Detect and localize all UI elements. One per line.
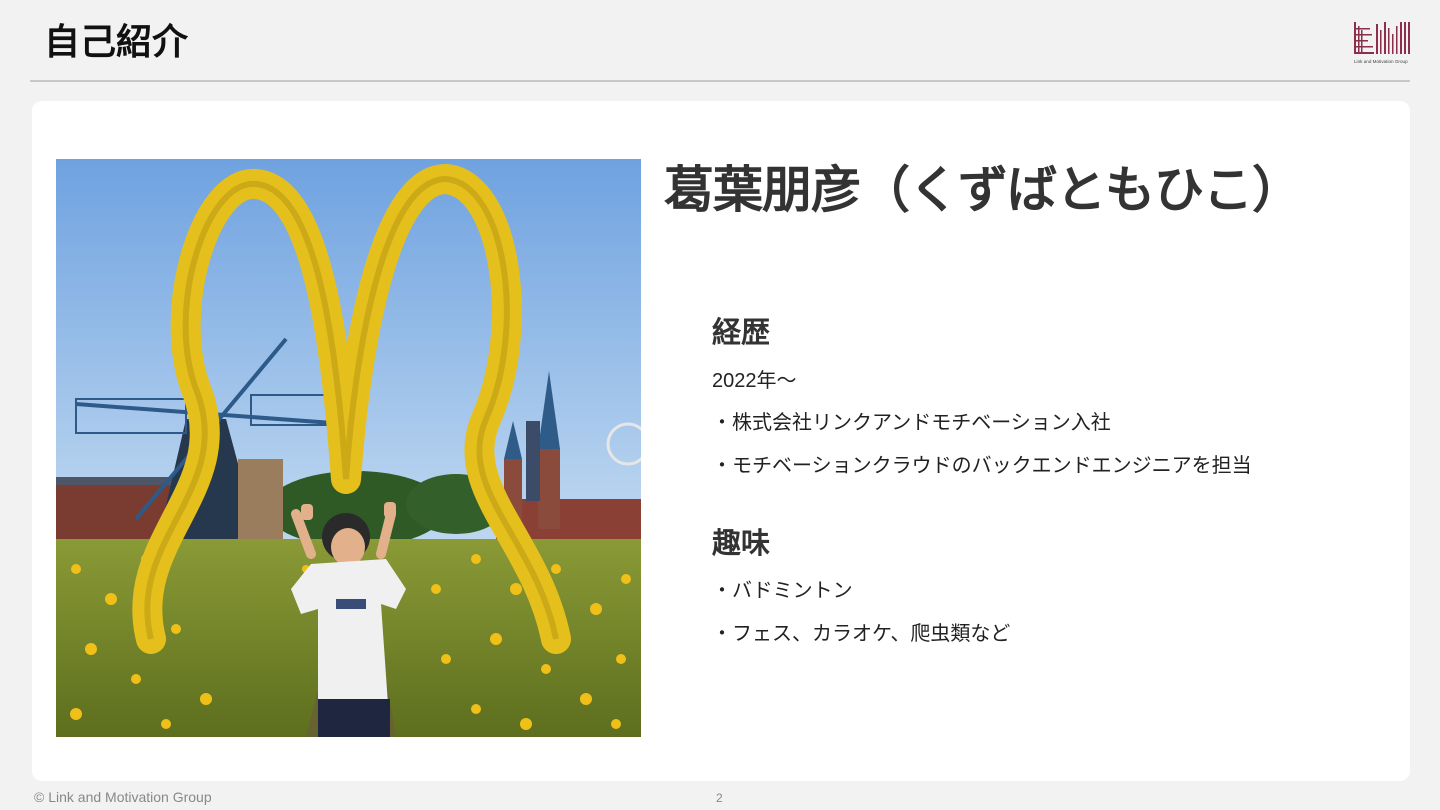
logo-caption: Link and Motivation Group <box>1354 59 1408 64</box>
hobby-line: ・バドミントン <box>712 580 853 602</box>
footer-copyright: © Link and Motivation Group <box>34 789 212 805</box>
career-line: ・モチベーションクラウドのバックエンドエンジニアを担当 <box>712 455 1252 477</box>
career-line: 2022年〜 <box>712 370 797 392</box>
career-heading: 経歴 <box>712 317 771 349</box>
lm-logo-icon: Link and Motivation Group <box>1352 20 1412 66</box>
hobby-line: ・フェス、カラオケ、爬虫類など <box>712 623 1011 645</box>
title-divider <box>30 80 1410 82</box>
slide-title: 自己紹介 <box>44 21 189 62</box>
page-number: 2 <box>716 791 723 805</box>
hobby-heading: 趣味 <box>712 528 771 560</box>
career-line: ・株式会社リンクアンドモチベーション入社 <box>712 412 1111 434</box>
profile-name: 葛葉朋彦（くずばともひこ） <box>664 162 1302 218</box>
profile-photo <box>56 159 641 737</box>
